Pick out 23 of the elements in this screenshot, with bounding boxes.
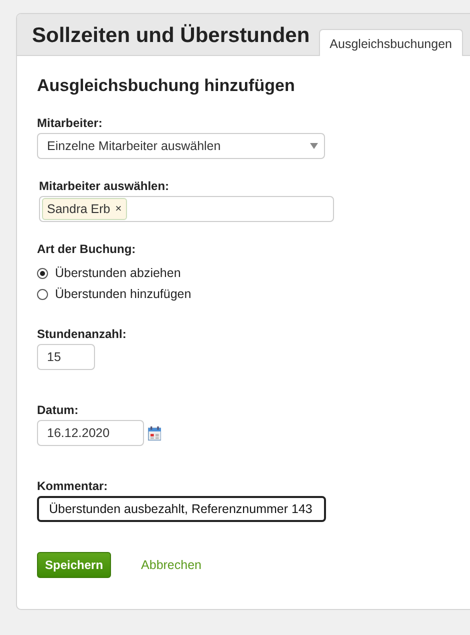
tag-field[interactable]: Sandra Erb × [39, 196, 334, 222]
field-label: Art der Buchung: [37, 242, 136, 256]
caret-icon [310, 143, 318, 149]
tag-label: Sandra Erb [47, 202, 110, 216]
radio-label[interactable]: Überstunden hinzufügen [55, 287, 192, 301]
remove-tag-button[interactable]: × [115, 203, 122, 215]
radio-button[interactable] [37, 268, 48, 278]
form-heading: Ausgleichsbuchung hinzufügen [37, 76, 296, 96]
field-label: Kommentar: [37, 479, 108, 493]
input-field[interactable]: Überstunden ausbezahlt, Referenznummer 143 [37, 496, 326, 522]
field-label: Mitarbeiter auswählen: [39, 179, 170, 193]
calendar-icon[interactable] [148, 424, 161, 442]
radio-button[interactable] [37, 288, 48, 300]
tab[interactable]: Ausgleichsbuchungen [318, 29, 463, 56]
save-button[interactable]: Speichern [37, 552, 112, 578]
input-field[interactable]: 15 [37, 344, 95, 370]
select-field[interactable]: Einzelne Mitarbeiter auswählen [37, 133, 325, 159]
field-label: Datum: [37, 403, 78, 417]
field-label: Stundenanzahl: [37, 327, 126, 341]
page-title: Sollzeiten und Überstunden [32, 24, 311, 48]
field-label: Mitarbeiter: [37, 116, 102, 130]
radio-label[interactable]: Überstunden abziehen [55, 266, 181, 280]
date-field[interactable]: 16.12.2020 [37, 420, 144, 446]
